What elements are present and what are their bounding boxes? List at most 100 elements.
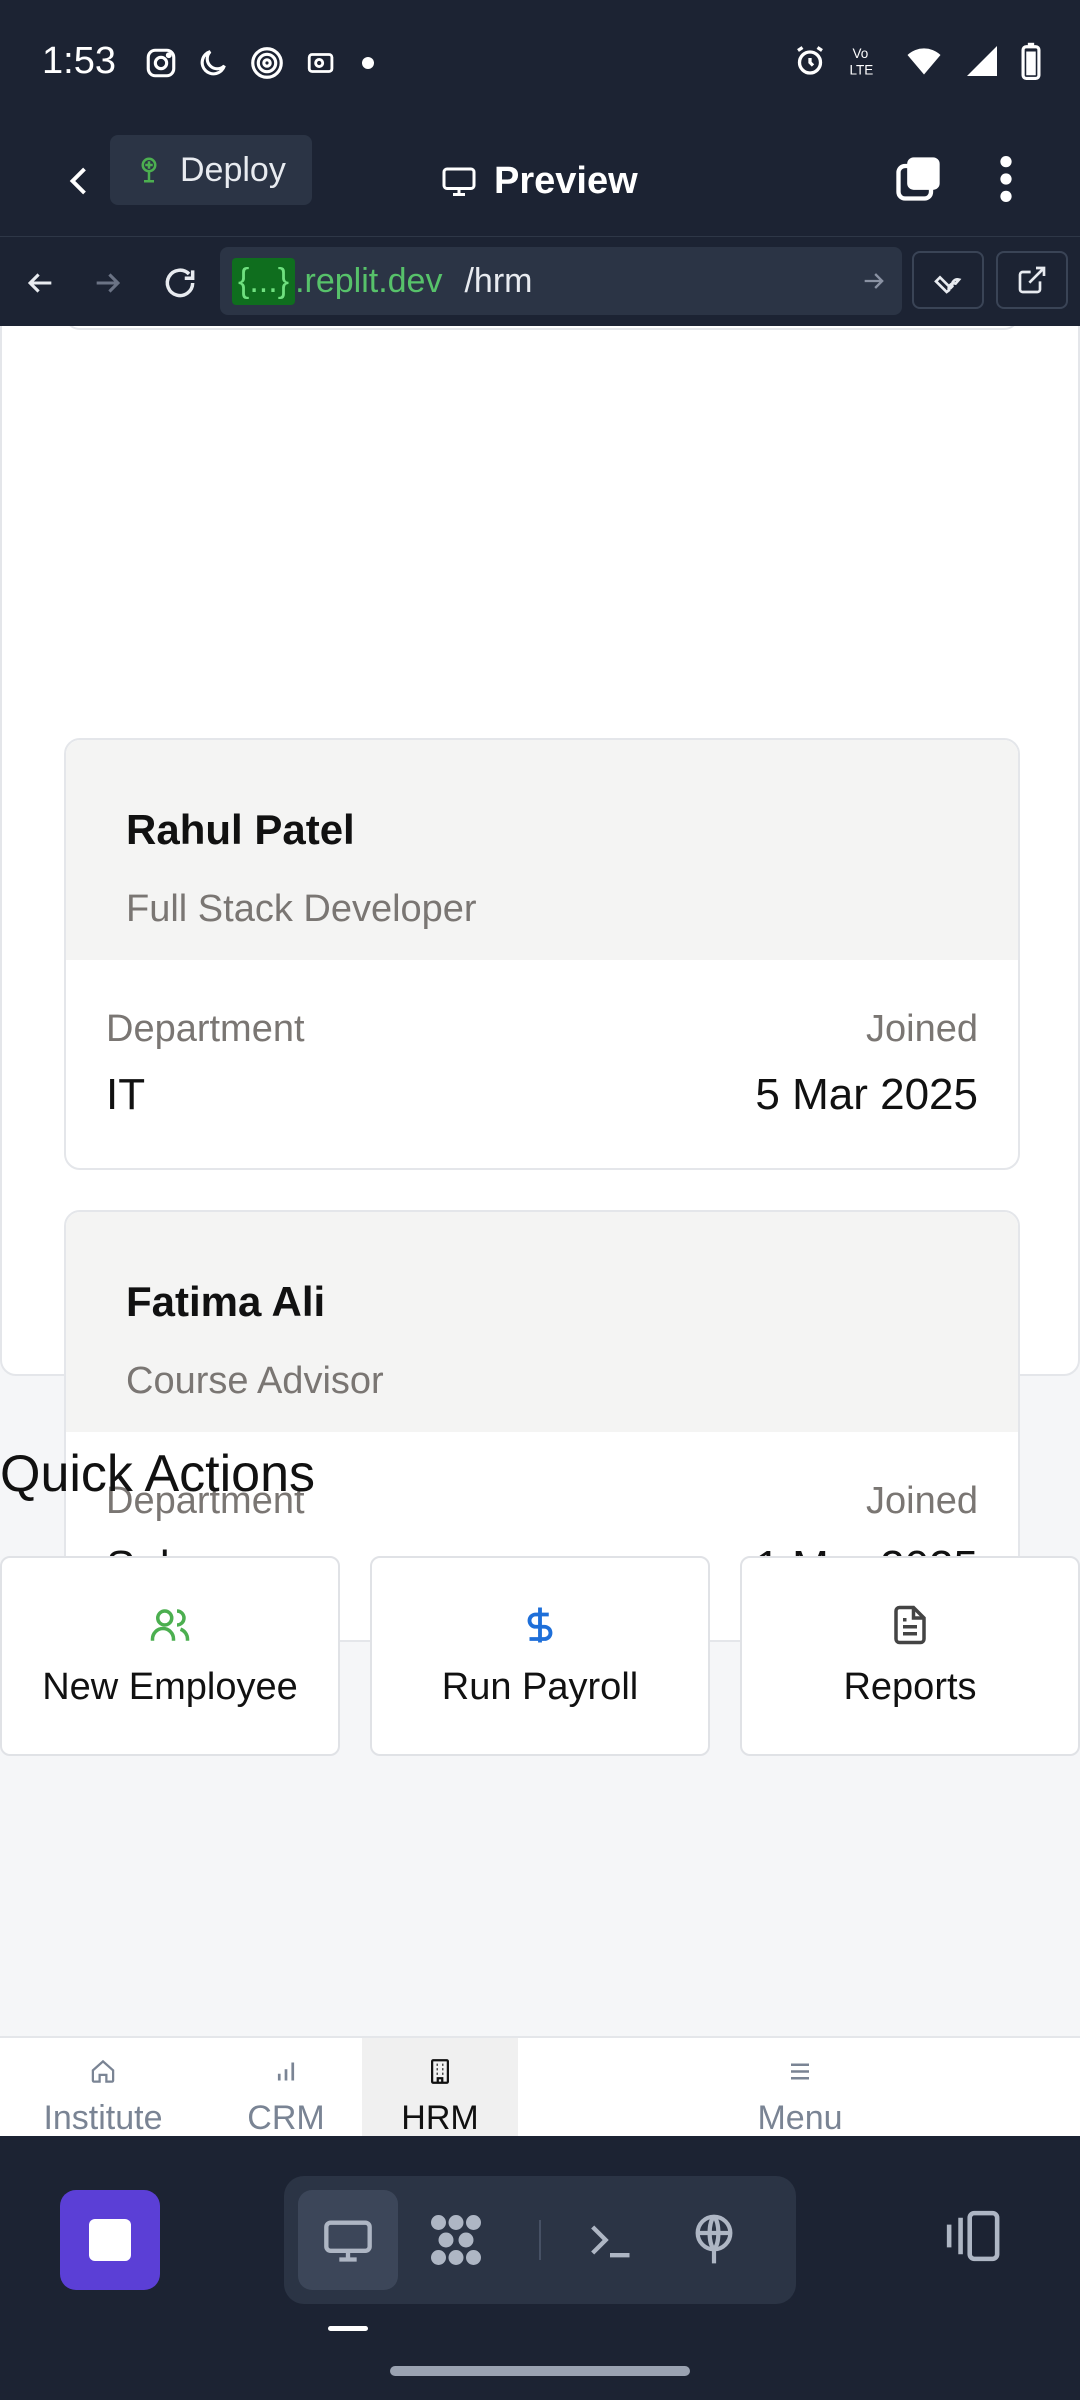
dot-icon [362, 57, 374, 69]
employee-name: Fatima Ali [126, 1278, 326, 1325]
wifi-icon [907, 48, 941, 75]
deploy-icon [141, 157, 157, 183]
status-right-icons: Vo LTE [792, 42, 1042, 80]
open-external-button[interactable] [996, 251, 1068, 309]
volte-icon: Vo LTE [850, 46, 874, 78]
alarm-icon [797, 46, 823, 75]
dock-tool-group [284, 2176, 796, 2304]
preview-label: Preview [494, 159, 638, 202]
users-icon [150, 1608, 190, 1641]
run-payroll-button[interactable]: Run Payroll [370, 1556, 710, 1756]
workspace-tool-button[interactable] [406, 2190, 506, 2290]
devtools-button[interactable] [912, 251, 984, 309]
employee-card-header: Fatima Ali Course Advisor [66, 1212, 1018, 1432]
preview-tool-button[interactable] [298, 2190, 398, 2290]
stop-button[interactable] [60, 2190, 160, 2290]
preview-title[interactable]: Preview [440, 146, 638, 216]
panels-button[interactable] [932, 2196, 1012, 2276]
hrm-content: Rahul Patel Full Stack Developer Departm… [0, 326, 1080, 2136]
url-host: {...} .replit.dev [232, 257, 443, 305]
employee-name: Rahul Patel [126, 806, 355, 853]
tabs-button[interactable] [888, 144, 948, 214]
quick-actions-title: Quick Actions [0, 1445, 316, 1503]
bottom-tab-bar: Institute CRM HRM Menu [0, 2036, 1080, 2138]
new-employee-button[interactable]: New Employee [0, 1556, 340, 1756]
arrow-right-icon [96, 273, 121, 293]
tabs-icon [896, 157, 940, 201]
status-left-icons [144, 44, 378, 82]
home-indicator-bar[interactable] [390, 2366, 690, 2376]
signal-app-icon [251, 47, 283, 79]
tab-institute-label: Institute [43, 2099, 163, 2137]
tab-hrm[interactable]: HRM [362, 2038, 518, 2138]
battery-icon [1021, 42, 1041, 80]
url-host-template: {...} [232, 257, 296, 305]
moon-icon [200, 50, 226, 76]
apps-grid-icon [431, 2215, 481, 2265]
back-button[interactable] [50, 146, 110, 216]
active-tool-indicator [328, 2326, 368, 2331]
tab-crm-label: CRM [247, 2099, 325, 2137]
department-value: IT [106, 1070, 146, 1119]
cell-signal-icon [967, 46, 997, 76]
monitor-icon [324, 2220, 372, 2262]
url-path: /hrm [464, 261, 533, 300]
tab-crm[interactable]: CRM [226, 2038, 346, 2138]
dollar-icon [527, 1607, 553, 1642]
building-icon [431, 2059, 449, 2084]
url-host-suffix: .replit.dev [295, 261, 443, 300]
joined-value: 5 Mar 2025 [755, 1070, 978, 1119]
deploy-globe-icon [695, 2214, 733, 2264]
reports-button[interactable]: Reports [740, 1556, 1080, 1756]
go-arrow-icon[interactable] [860, 261, 888, 301]
document-icon [894, 1605, 926, 1644]
svg-text:LTE: LTE [850, 63, 874, 78]
terminal-icon [591, 2225, 630, 2258]
status-time: 1:53 [42, 40, 116, 82]
tab-institute[interactable]: Institute [22, 2038, 184, 2138]
employee-role: Full Stack Developer [126, 888, 477, 930]
deploy-label: Deploy [180, 150, 286, 189]
department-label: Department [106, 1008, 305, 1050]
wrench-icon [934, 275, 962, 294]
stop-icon [89, 2219, 131, 2261]
url-bar: {...} .replit.dev /hrm [0, 236, 1080, 326]
employee-card-header: Rahul Patel Full Stack Developer [66, 740, 1018, 960]
employee-card[interactable]: Rahul Patel Full Stack Developer Departm… [64, 738, 1020, 1170]
replit-dock [0, 2136, 1080, 2400]
reload-button[interactable] [152, 255, 208, 311]
more-vertical-icon [1000, 156, 1012, 202]
svg-text:Vo: Vo [853, 46, 869, 61]
deploy-tool-button[interactable] [664, 2190, 764, 2290]
url-input[interactable]: {...} .replit.dev /hrm [220, 247, 902, 315]
tab-menu-label: Menu [757, 2099, 843, 2137]
bar-chart-icon [277, 2062, 295, 2081]
status-bar: 1:53 Vo LTE [0, 0, 1080, 126]
tab-hrm-label: HRM [401, 2099, 479, 2137]
more-options-button[interactable] [976, 144, 1036, 214]
employee-list-panel: Rahul Patel Full Stack Developer Departm… [0, 326, 1080, 1642]
hamburger-icon [791, 2063, 809, 2080]
browser-back-button[interactable] [12, 255, 68, 311]
employee-card-body: Department IT Joined 5 Mar 2025 [66, 960, 1018, 1168]
arrow-left-icon [27, 273, 52, 293]
browser-forward-button[interactable] [80, 255, 136, 311]
deploy-button[interactable]: Deploy [110, 135, 312, 205]
external-link-icon [1018, 266, 1046, 294]
tab-menu[interactable]: Menu [720, 2038, 880, 2138]
joined-label: Joined [866, 1008, 978, 1050]
reports-label: Reports [843, 1665, 977, 1708]
joined-label: Joined [866, 1480, 978, 1522]
panels-icon [946, 2210, 1000, 2262]
app-bar: Deploy Preview [0, 126, 1080, 236]
home-icon [91, 2059, 115, 2083]
ticket-icon [307, 53, 334, 73]
dock-separator [539, 2220, 541, 2260]
monitor-icon [442, 167, 476, 196]
shell-tool-button[interactable] [560, 2190, 660, 2290]
employee-card-partial[interactable] [64, 326, 1020, 330]
chevron-left-icon [69, 167, 86, 195]
instagram-icon [146, 48, 176, 78]
refresh-icon [165, 268, 195, 298]
run-payroll-label: Run Payroll [441, 1665, 639, 1708]
